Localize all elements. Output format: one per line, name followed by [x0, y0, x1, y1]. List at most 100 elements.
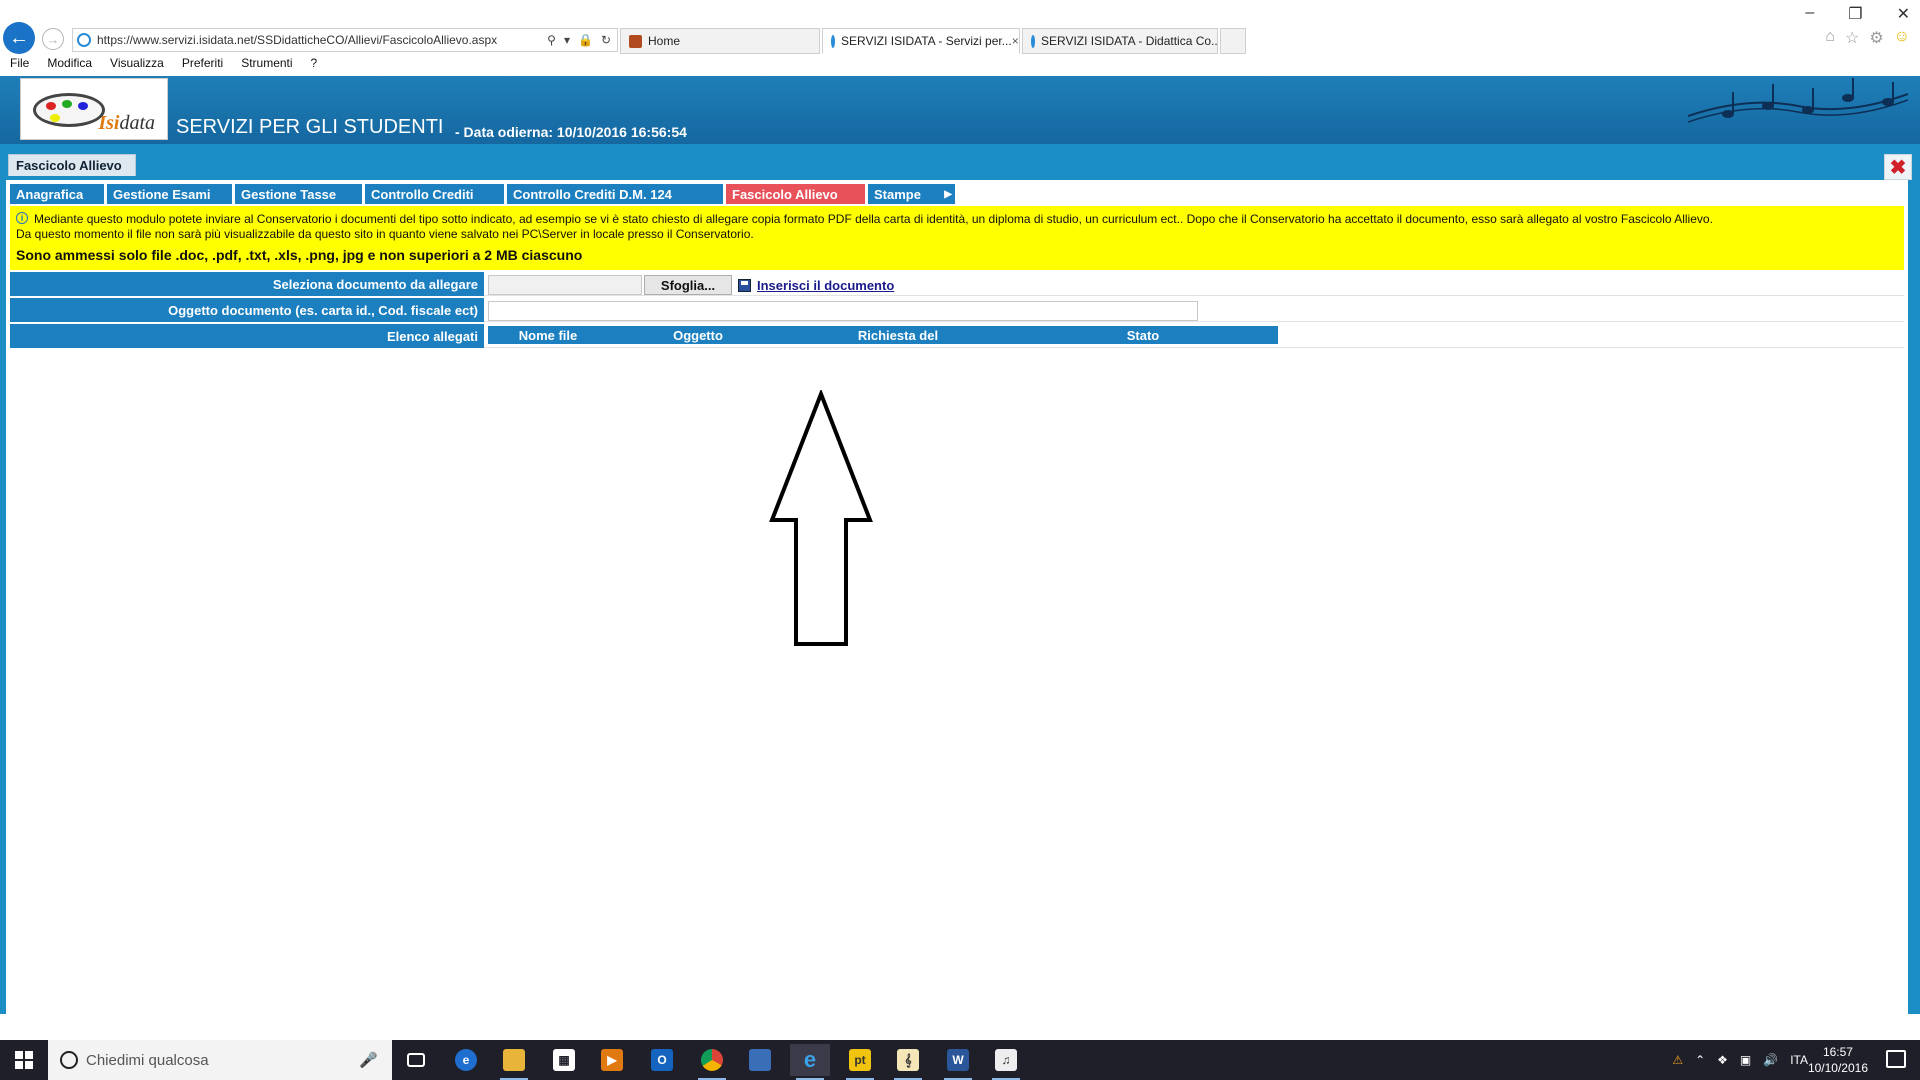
windows-icon	[15, 1051, 33, 1069]
home-favicon-icon	[629, 34, 642, 48]
music-app-icon[interactable]: 𝄞	[888, 1044, 928, 1080]
insert-document-link[interactable]: Inserisci il documento	[738, 275, 894, 295]
score-app-icon[interactable]: ♫	[986, 1044, 1026, 1080]
attachments-table-header: Nome file Oggetto Richiesta del Stato	[488, 326, 1278, 344]
info-icon: i	[16, 212, 28, 224]
menu-strumenti[interactable]: Strumenti	[231, 56, 300, 74]
ie-favicon-icon	[1031, 34, 1035, 48]
notifications-icon[interactable]	[1886, 1050, 1906, 1068]
chrome-icon[interactable]	[692, 1044, 732, 1080]
row-select-document: Seleziona documento da allegare Sfoglia.…	[10, 272, 1904, 296]
taskbar-search[interactable]: Chiedimi qualcosa 🎤	[48, 1040, 392, 1080]
nav-gestione-tasse[interactable]: Gestione Tasse	[235, 184, 362, 204]
dropdown-icon[interactable]: ▾	[564, 33, 570, 47]
menu-preferiti[interactable]: Preferiti	[172, 56, 231, 74]
network-icon[interactable]: ▣	[1740, 1053, 1751, 1067]
forward-button[interactable]: →	[42, 28, 64, 50]
menu-bar: File Modifica Visualizza Preferiti Strum…	[0, 56, 325, 74]
task-view-icon[interactable]	[396, 1044, 436, 1076]
palette-icon	[33, 93, 105, 127]
ie-favicon-icon	[831, 34, 835, 48]
media-player-icon[interactable]: ▶	[592, 1044, 632, 1076]
edge-icon[interactable]: e	[446, 1044, 486, 1076]
taskbar: Chiedimi qualcosa 🎤 e ▦ ▶ O e pt 𝄞 W ♫ ⚠…	[0, 1040, 1920, 1080]
ie-icon	[77, 33, 91, 47]
nav-controllo-crediti[interactable]: Controllo Crediti	[365, 184, 504, 204]
notice-text-1: Mediante questo modulo potete inviare al…	[34, 212, 1713, 226]
close-window-icon[interactable]: ✕	[1897, 4, 1910, 24]
refresh-icon[interactable]: ↻	[601, 33, 611, 47]
attachments-list-label: Elenco allegati	[10, 324, 484, 348]
star-icon[interactable]: ☆	[1845, 28, 1859, 48]
new-tab-button[interactable]	[1220, 28, 1246, 54]
annotation-arrow	[769, 390, 873, 646]
browse-button[interactable]: Sfoglia...	[644, 275, 732, 295]
browser-tab-home[interactable]: Home	[620, 28, 820, 54]
col-nome-file: Nome file	[518, 327, 578, 343]
row-attachments-list: Elenco allegati Nome file Oggetto Richie…	[10, 324, 1904, 348]
music-notes-icon	[1688, 78, 1908, 123]
menu-help[interactable]: ?	[301, 56, 326, 74]
restore-icon[interactable]: ❐	[1848, 4, 1862, 24]
language-indicator[interactable]: ITA	[1790, 1053, 1808, 1067]
word-icon[interactable]: W	[938, 1044, 978, 1080]
allowed-files-rule: Sono ammessi solo file .doc, .pdf, .txt,…	[16, 247, 583, 263]
system-tray: ⚠ ⌃ ❖ ▣ 🔊 ITA	[1672, 1040, 1808, 1080]
notice-text-2: Da questo momento il file non sarà più v…	[16, 227, 754, 241]
back-button[interactable]: ←	[3, 22, 35, 54]
home-icon[interactable]: ⌂	[1825, 28, 1835, 48]
url-text[interactable]: https://www.servizi.isidata.net/SSDidatt…	[97, 33, 547, 47]
alert-icon[interactable]: ⚠	[1672, 1053, 1683, 1067]
close-tab-icon[interactable]: ×	[1012, 34, 1019, 48]
menu-file[interactable]: File	[0, 56, 37, 74]
isidata-logo[interactable]: Isidata	[20, 78, 168, 140]
internet-explorer-icon[interactable]: e	[790, 1044, 830, 1080]
nav-gestione-esami[interactable]: Gestione Esami	[107, 184, 232, 204]
nav-controllo-crediti-dm124[interactable]: Controllo Crediti D.M. 124	[507, 184, 723, 204]
notice-box: i Mediante questo modulo potete inviare a…	[10, 206, 1904, 270]
clock[interactable]: 16:57 10/10/2016	[1808, 1044, 1868, 1076]
col-oggetto: Oggetto	[673, 327, 723, 343]
file-explorer-icon[interactable]	[494, 1044, 534, 1080]
submenu-arrow-icon: ▶	[944, 188, 952, 200]
store-icon[interactable]: ▦	[544, 1044, 584, 1076]
smiley-icon[interactable]: ☺	[1894, 28, 1910, 48]
menu-visualizza[interactable]: Visualizza	[100, 56, 172, 74]
browser-tab-didattica[interactable]: SERVIZI ISIDATA - Didattica Co...	[1022, 28, 1218, 54]
nav-stampe[interactable]: Stampe ▶	[868, 184, 955, 204]
document-subject-label: Oggetto documento (es. carta id., Cod. f…	[10, 298, 484, 322]
cortana-icon	[60, 1051, 78, 1069]
network-app-icon[interactable]	[740, 1044, 780, 1076]
pdf-app-icon[interactable]: pt	[840, 1044, 880, 1080]
minimize-icon[interactable]: –	[1805, 4, 1814, 24]
save-icon	[738, 278, 751, 292]
menu-modifica[interactable]: Modifica	[37, 56, 100, 74]
nav-fascicolo-allievo[interactable]: Fascicolo Allievo	[726, 184, 865, 204]
document-subject-input[interactable]	[488, 301, 1198, 321]
site-title: SERVIZI PER GLI STUDENTI	[176, 116, 444, 138]
search-icon[interactable]: ⚲	[547, 33, 556, 47]
show-hidden-icon[interactable]: ⌃	[1695, 1053, 1705, 1067]
site-header: Isidata SERVIZI PER GLI STUDENTI - Data …	[0, 76, 1920, 144]
page-tab-fascicolo[interactable]: Fascicolo Allievo	[8, 154, 136, 176]
volume-icon[interactable]: 🔊	[1763, 1053, 1778, 1067]
lock-icon[interactable]: 🔒	[578, 33, 593, 47]
browser-chrome: ← → https://www.servizi.isidata.net/SSDi…	[0, 0, 1920, 76]
col-stato: Stato	[1126, 327, 1160, 343]
current-date: - Data odierna: 10/10/2016 16:56:54	[455, 124, 687, 140]
col-richiesta-del: Richiesta del	[857, 327, 939, 343]
microphone-icon[interactable]: 🎤	[359, 1051, 378, 1069]
dropbox-icon[interactable]: ❖	[1717, 1053, 1728, 1067]
outlook-icon[interactable]: O	[642, 1044, 682, 1076]
browser-tab-servizi[interactable]: SERVIZI ISIDATA - Servizi per... ×	[822, 28, 1020, 54]
gear-icon[interactable]: ⚙	[1869, 28, 1883, 48]
page-body: Isidata SERVIZI PER GLI STUDENTI - Data …	[0, 76, 1920, 1014]
start-button[interactable]	[0, 1040, 48, 1080]
select-document-label: Seleziona documento da allegare	[10, 272, 484, 296]
file-path-input[interactable]	[488, 275, 642, 295]
nav-anagrafica[interactable]: Anagrafica	[10, 184, 104, 204]
address-bar[interactable]: https://www.servizi.isidata.net/SSDidatt…	[72, 28, 618, 52]
close-icon[interactable]: ✖	[1884, 154, 1912, 180]
section-nav: Anagrafica Gestione Esami Gestione Tasse…	[10, 184, 958, 204]
content-panel: Anagrafica Gestione Esami Gestione Tasse…	[6, 180, 1908, 1014]
